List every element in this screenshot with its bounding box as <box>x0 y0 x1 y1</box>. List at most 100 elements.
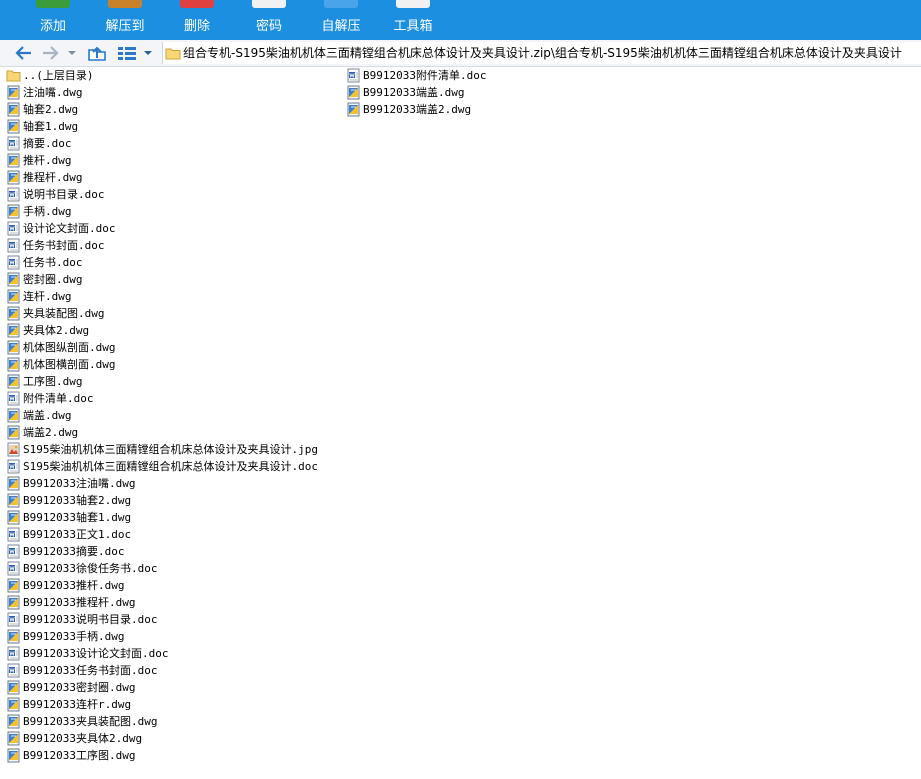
folder-icon <box>165 48 181 60</box>
dwg-file-icon <box>6 578 21 593</box>
dwg-file-icon <box>6 425 21 440</box>
doc-file-icon <box>346 68 361 83</box>
file-name: B9912033夹具体2.dwg <box>23 732 143 745</box>
toolbar-button-delete[interactable]: 删除 <box>167 0 227 40</box>
file-name: 推程杆.dwg <box>23 171 83 184</box>
delete-icon <box>180 0 214 8</box>
file-name: B9912033推程杆.dwg <box>23 596 136 609</box>
address-path-field[interactable]: 组合专机-S195柴油机机体三面精镗组合机床总体设计及夹具设计.zip\组合专机… <box>162 42 921 64</box>
file-name: 工序图.dwg <box>23 375 83 388</box>
toolbar-button-label: 自解压 <box>321 18 361 33</box>
view-mode-icon[interactable] <box>116 44 138 62</box>
file-name: 端盖2.dwg <box>23 426 79 439</box>
file-name: B9912033手柄.dwg <box>23 630 125 643</box>
dwg-file-icon <box>6 85 21 100</box>
history-dropdown-icon[interactable] <box>66 44 78 62</box>
dwg-file-icon <box>6 374 21 389</box>
file-name: B9912033轴套2.dwg <box>23 494 132 507</box>
up-folder-icon[interactable] <box>86 44 108 62</box>
file-name: 说明书目录.doc <box>23 188 105 201</box>
toolbar-button-label: 删除 <box>183 18 210 33</box>
dwg-file-icon <box>6 102 21 117</box>
file-name: B9912033注油嘴.dwg <box>23 477 136 490</box>
dwg-file-icon <box>6 748 21 763</box>
dwg-file-icon <box>6 272 21 287</box>
dwg-file-icon <box>6 476 21 491</box>
toolbox-icon <box>396 0 430 8</box>
extract-to-icon <box>108 0 142 8</box>
doc-file-icon <box>6 238 21 253</box>
dwg-file-icon <box>346 85 361 100</box>
dwg-file-icon <box>6 119 21 134</box>
toolbar: 添加 解压到 删除 密码 自解压 工具箱 <box>0 0 921 40</box>
dwg-file-icon <box>6 204 21 219</box>
file-name: 轴套1.dwg <box>23 120 79 133</box>
dwg-file-icon <box>6 306 21 321</box>
file-name: 任务书.doc <box>23 256 83 269</box>
file-name: B9912033附件清单.doc <box>363 69 487 82</box>
dwg-file-icon <box>6 357 21 372</box>
file-name: B9912033工序图.dwg <box>23 749 136 762</box>
doc-file-icon <box>6 391 21 406</box>
doc-file-icon <box>6 612 21 627</box>
file-name: 附件清单.doc <box>23 392 94 405</box>
forward-arrow-icon[interactable] <box>40 44 60 62</box>
file-name: 摘要.doc <box>23 137 72 150</box>
file-name: 设计论文封面.doc <box>23 222 116 235</box>
toolbar-button-self-extract[interactable]: 自解压 <box>311 0 371 40</box>
folder-up-icon <box>6 68 21 83</box>
file-name: 轴套2.dwg <box>23 103 79 116</box>
toolbar-button-label: 密码 <box>255 18 282 33</box>
file-name: B9912033端盖.dwg <box>363 86 465 99</box>
back-arrow-icon[interactable] <box>14 44 34 62</box>
toolbar-button-label: 工具箱 <box>393 18 433 33</box>
dwg-file-icon <box>6 595 21 610</box>
dwg-file-icon <box>6 289 21 304</box>
dwg-file-icon <box>6 153 21 168</box>
dwg-file-icon <box>6 714 21 729</box>
file-name: B9912033连杆r.dwg <box>23 698 132 711</box>
file-name: 连杆.dwg <box>23 290 72 303</box>
doc-file-icon <box>6 459 21 474</box>
self-extract-icon <box>324 0 358 8</box>
doc-file-icon <box>6 221 21 236</box>
file-name: S195柴油机机体三面精镗组合机床总体设计及夹具设计.doc <box>23 460 318 473</box>
file-name: B9912033正文1.doc <box>23 528 132 541</box>
dwg-file-icon <box>6 340 21 355</box>
address-path-text: 组合专机-S195柴油机机体三面精镗组合机床总体设计及夹具设计.zip\组合专机… <box>183 46 902 60</box>
dwg-file-icon <box>6 170 21 185</box>
file-name: 注油嘴.dwg <box>23 86 83 99</box>
toolbar-button-add[interactable]: 添加 <box>23 0 83 40</box>
password-icon <box>252 0 286 8</box>
dwg-file-icon <box>346 102 361 117</box>
file-name: 端盖.dwg <box>23 409 72 422</box>
doc-file-icon <box>6 255 21 270</box>
toolbar-button-toolbox[interactable]: 工具箱 <box>383 0 443 40</box>
file-name: 任务书封面.doc <box>23 239 105 252</box>
toolbar-button-label: 添加 <box>39 18 66 33</box>
file-name: B9912033密封圈.dwg <box>23 681 136 694</box>
dwg-file-icon <box>6 629 21 644</box>
file-name: B9912033任务书封面.doc <box>23 664 158 677</box>
address-bar: 组合专机-S195柴油机机体三面精镗组合机床总体设计及夹具设计.zip\组合专机… <box>0 40 921 67</box>
file-name: 机体图纵剖面.dwg <box>23 341 116 354</box>
file-name: 手柄.dwg <box>23 205 72 218</box>
file-name: B9912033摘要.doc <box>23 545 125 558</box>
file-name: 夹具装配图.dwg <box>23 307 105 320</box>
file-name: B9912033徐俊任务书.doc <box>23 562 158 575</box>
doc-file-icon <box>6 527 21 542</box>
file-name: 密封圈.dwg <box>23 273 83 286</box>
dwg-file-icon <box>6 408 21 423</box>
toolbar-button-extract-to[interactable]: 解压到 <box>95 0 155 40</box>
doc-file-icon <box>6 136 21 151</box>
file-list: ..(上层目录) 注油嘴.dwg 轴套2.dwg 轴套1.dwg 摘要.doc 推杆.dw… <box>0 67 921 779</box>
view-dropdown-icon[interactable] <box>142 44 154 62</box>
file-name: B9912033设计论文封面.doc <box>23 647 169 660</box>
file-name: B9912033轴套1.dwg <box>23 511 132 524</box>
dwg-file-icon <box>6 680 21 695</box>
dwg-file-icon <box>6 493 21 508</box>
file-name: B9912033端盖2.dwg <box>363 103 472 116</box>
dwg-file-icon <box>6 731 21 746</box>
toolbar-button-password[interactable]: 密码 <box>239 0 299 40</box>
file-name: 推杆.dwg <box>23 154 72 167</box>
